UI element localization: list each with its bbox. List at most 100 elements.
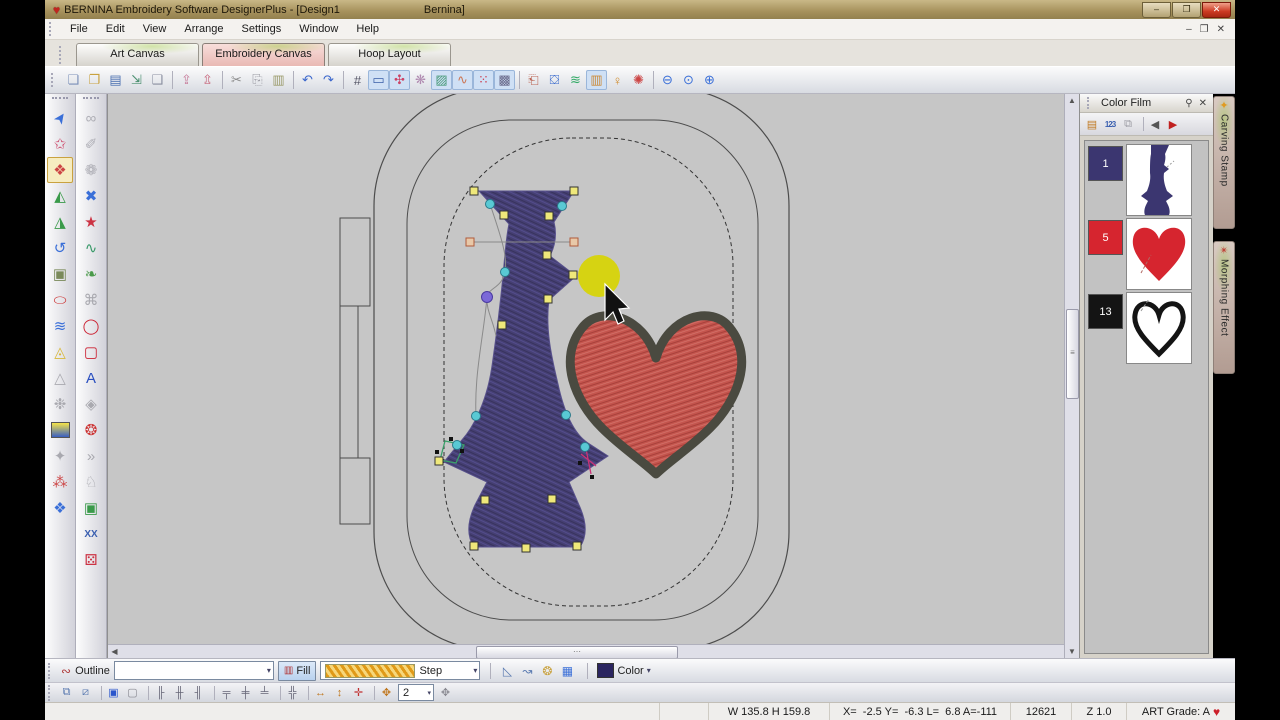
scatter-icon[interactable]: ⁂ [47,469,73,495]
mirror-y-icon[interactable]: ◮ [47,209,73,235]
magnifier-gray-icon[interactable]: ∞ [78,105,104,131]
align-left-icon[interactable]: ╟ [151,685,170,701]
knot-icon[interactable]: ⌘ [78,287,104,313]
apple-icon[interactable]: ❂ [78,417,104,443]
open-icon[interactable]: ❐ [84,70,105,90]
triangle-fill-icon[interactable]: ◬ [47,339,73,365]
tab-art-canvas[interactable]: Art Canvas [76,43,199,66]
menu-item[interactable]: File [61,21,97,37]
fancy-fill-icon[interactable]: ❂ [537,662,557,680]
horizontal-scroll-thumb[interactable]: ⋯ [476,646,678,658]
lock-icon[interactable]: ▣ [104,685,123,701]
scroll-down-arrow[interactable]: ▼ [1065,647,1079,656]
fan-icon[interactable]: ❖ [47,495,73,521]
align-middle-icon[interactable]: ╪ [236,685,255,701]
layers-icon[interactable]: ≋ [47,313,73,339]
dice-icon[interactable]: ⚄ [78,547,104,573]
zoom-icon[interactable]: ⊙ [678,70,699,90]
fill-button[interactable]: ▥ Fill [277,660,317,681]
new-icon[interactable]: ❏ [63,70,84,90]
scroll-left-arrow[interactable]: ◀ [108,647,121,656]
doc-close-button[interactable]: ✕ [1217,24,1225,35]
copy-design-icon[interactable]: ⎗ [523,70,544,90]
cut-icon[interactable]: ✂ [226,70,247,90]
triangle-gray-icon[interactable]: △ [47,365,73,391]
pin-icon[interactable]: ⚲ [1182,98,1195,109]
move-icon[interactable]: ✥ [436,685,455,701]
unlock-icon[interactable]: ▢ [123,685,142,701]
resize-icon[interactable]: ✛ [349,685,368,701]
horizontal-scrollbar[interactable]: ◀ ⋯ [108,644,1064,658]
group-colors-icon[interactable]: ⧉ [1119,116,1137,133]
menu-item[interactable]: Help [347,21,388,37]
menu-item[interactable]: Edit [97,21,134,37]
properties-icon[interactable]: ❑ [147,70,168,90]
lettering-icon[interactable]: A [78,365,104,391]
diamond-icon[interactable]: ◈ [78,391,104,417]
hoop-icon[interactable]: ▭ [368,70,389,90]
redo-icon[interactable]: ↷ [318,70,339,90]
rotate-icon[interactable]: ↺ [47,235,73,261]
cluster-icon[interactable]: ❉ [47,391,73,417]
save-icon[interactable]: ▤ [105,70,126,90]
menu-item[interactable]: View [134,21,176,37]
align-top-icon[interactable]: ╤ [217,685,236,701]
doc-minimize-button[interactable]: – [1186,24,1192,35]
rectangle-tool-icon[interactable]: ▢ [78,339,104,365]
gradient-fill-icon[interactable] [47,417,73,443]
zoom-in-icon[interactable]: ⊕ [699,70,720,90]
restore-button[interactable]: ❐ [1172,1,1201,18]
refresh-icon[interactable]: ≋ [565,70,586,90]
write-to-card-icon[interactable]: ⇫ [197,70,218,90]
canvas-svg[interactable] [108,94,1064,651]
color-sequence-icon[interactable]: 123 [1101,116,1119,133]
scroll-up-arrow[interactable]: ▲ [1065,96,1079,105]
rabbit-icon[interactable]: ♘ [78,469,104,495]
export-icon[interactable]: ⇲ [126,70,147,90]
color-button[interactable]: Color ▾ [594,662,653,680]
tab-hoop-layout[interactable]: Hoop Layout [328,43,451,66]
stitch-player-icon[interactable]: ∿ [452,70,473,90]
align-bottom-icon[interactable]: ╧ [255,685,274,701]
arrows-icon[interactable]: » [78,443,104,469]
align-center-icon[interactable]: ╫ [170,685,189,701]
group-icon[interactable]: ⧉ [57,685,76,701]
send-to-machine-icon[interactable]: ⇪ [176,70,197,90]
minimize-button[interactable]: – [1142,1,1171,18]
needle-points-icon[interactable]: ⁙ [473,70,494,90]
monogram-icon[interactable]: XX [78,521,104,547]
thread-colors-icon[interactable]: ▤ [1083,116,1101,133]
stamp-icon[interactable]: ❁ [78,157,104,183]
tab-embroidery-canvas[interactable]: Embroidery Canvas [202,43,325,66]
nudge-icon[interactable]: ✥ [377,685,396,701]
align-right-icon[interactable]: ╢ [189,685,208,701]
corner-handle[interactable] [481,291,493,303]
freehand-icon[interactable]: ❧ [78,261,104,287]
color-film-item-1[interactable]: 1 [1088,144,1205,216]
ungroup-icon[interactable]: ⧄ [76,685,95,701]
pinwheel-icon[interactable]: ✺ [628,70,649,90]
doc-restore-button[interactable]: ❐ [1200,24,1209,35]
pattern-fill-icon[interactable]: ▦ [557,662,577,680]
star-red-icon[interactable]: ★ [78,209,104,235]
overview-window-icon[interactable]: ⛋ [544,70,565,90]
space-vertical-icon[interactable]: ↕ [330,685,349,701]
vertical-scroll-thumb[interactable]: ≡ [1066,309,1079,399]
nudge-distance-select[interactable]: 2 ▾ [398,684,434,701]
undo-icon[interactable]: ↶ [297,70,318,90]
zoom-out-icon[interactable]: ⊖ [657,70,678,90]
play-icon[interactable]: ▶ [1164,116,1182,133]
background-icon[interactable]: ▣ [47,261,73,287]
outline-type-select[interactable]: ▾ [113,661,274,680]
paste-icon[interactable]: ▥ [268,70,289,90]
spiral-icon[interactable]: ▣ [78,495,104,521]
polygon-select-icon[interactable]: ✩ [47,131,73,157]
squiggle-icon[interactable]: ∿ [78,235,104,261]
tab-carving-stamp[interactable]: ✦ Carving Stamp [1213,96,1235,229]
grid-icon[interactable]: # [347,70,368,90]
thread-colors-icon[interactable]: ▥ [586,70,607,90]
show-stitches-icon[interactable]: ✣ [389,70,410,90]
design-properties-icon[interactable]: ♀ [607,70,628,90]
menu-item[interactable]: Settings [233,21,291,37]
back-icon[interactable]: ◀ [1146,116,1164,133]
